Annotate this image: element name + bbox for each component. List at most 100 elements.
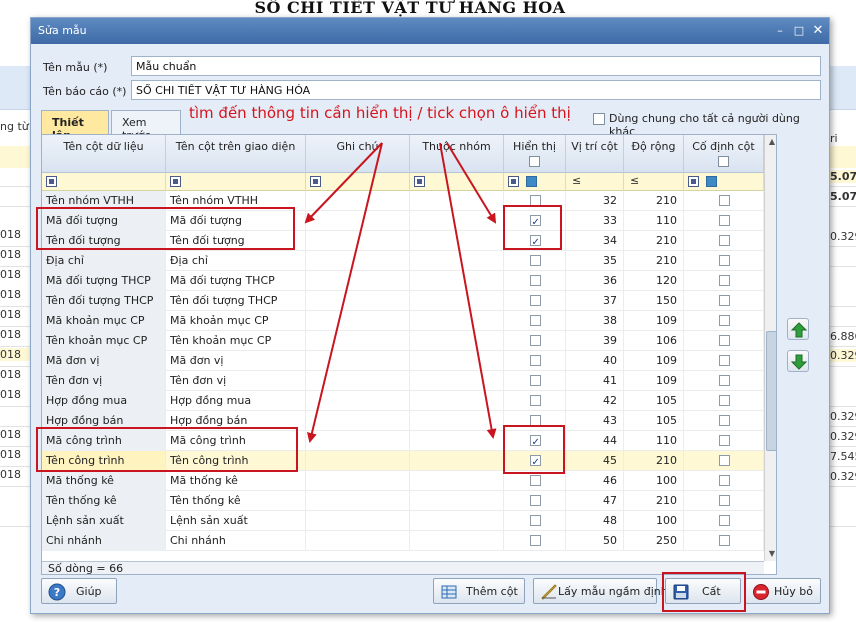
fixed-checkbox[interactable]	[718, 495, 730, 506]
cell-empty[interactable]	[410, 311, 504, 331]
cell-visible[interactable]	[504, 311, 566, 331]
filter-value-icon[interactable]	[706, 176, 717, 187]
fixed-checkbox[interactable]	[718, 275, 730, 286]
filter-cell[interactable]	[504, 173, 566, 191]
filter-operator-icon[interactable]	[170, 176, 181, 187]
cell-empty[interactable]	[306, 211, 410, 231]
cell-fixed[interactable]	[684, 331, 764, 351]
cell-pos[interactable]: 47	[566, 491, 624, 511]
fixed-checkbox[interactable]	[718, 515, 730, 526]
fixed-checkbox[interactable]	[718, 355, 730, 366]
cell-width[interactable]: 210	[624, 491, 684, 511]
cell-fixed[interactable]	[684, 471, 764, 491]
cell-empty[interactable]	[410, 471, 504, 491]
cell-visible[interactable]	[504, 431, 566, 451]
cell-empty[interactable]	[306, 351, 410, 371]
table-row[interactable]: Hợp đồng mua Hợp đồng mua 42 105	[42, 391, 764, 411]
cell-pos[interactable]: 41	[566, 371, 624, 391]
cell-visible[interactable]	[504, 411, 566, 431]
cell-fixed[interactable]	[684, 211, 764, 231]
cell-empty[interactable]	[410, 251, 504, 271]
fixed-checkbox[interactable]	[718, 315, 730, 326]
cell-empty[interactable]	[306, 391, 410, 411]
visible-checkbox[interactable]	[529, 295, 541, 306]
cell-ui-name[interactable]: Lệnh sản xuất	[166, 511, 306, 531]
cell-empty[interactable]	[306, 311, 410, 331]
cell-empty[interactable]	[410, 331, 504, 351]
move-up-button[interactable]	[787, 318, 809, 340]
cell-pos[interactable]: 38	[566, 311, 624, 331]
cell-empty[interactable]	[410, 291, 504, 311]
table-row[interactable]: Chi nhánh Chi nhánh 50 250	[42, 531, 764, 551]
cell-fixed[interactable]	[684, 311, 764, 331]
save-button[interactable]: Cất	[665, 578, 741, 604]
cell-data-name[interactable]: Tên thống kê	[42, 491, 166, 511]
cell-pos[interactable]: 43	[566, 411, 624, 431]
cell-width[interactable]: 100	[624, 471, 684, 491]
visible-checkbox[interactable]	[529, 335, 541, 346]
header-ui-column[interactable]: Tên cột trên giao diện	[166, 135, 306, 173]
filter-value-icon[interactable]	[526, 176, 537, 187]
cell-empty[interactable]	[306, 511, 410, 531]
visible-checkbox[interactable]	[529, 433, 541, 451]
cell-empty[interactable]	[306, 411, 410, 431]
visible-checkbox[interactable]	[529, 515, 541, 526]
cell-width[interactable]: 250	[624, 531, 684, 551]
fixed-checkbox[interactable]	[718, 395, 730, 406]
grid-scrollbar[interactable]: ▲ ▼	[764, 135, 776, 561]
table-row[interactable]: Mã đối tượngMã đối tượng 33110	[42, 211, 764, 231]
cell-data-name[interactable]: Mã khoản mục CP	[42, 311, 166, 331]
cell-visible[interactable]	[504, 391, 566, 411]
cell-ui-name[interactable]: Mã đối tượng	[166, 211, 306, 231]
visible-checkbox[interactable]	[529, 475, 541, 486]
visible-checkbox[interactable]	[529, 375, 541, 386]
cell-data-name[interactable]: Địa chỉ	[42, 251, 166, 271]
scroll-thumb[interactable]	[766, 331, 776, 451]
cell-pos[interactable]: 45	[566, 451, 624, 471]
select-all-visible-checkbox[interactable]	[529, 156, 540, 167]
filter-cell[interactable]: ≤	[624, 173, 684, 191]
fixed-checkbox[interactable]	[718, 195, 730, 206]
cell-visible[interactable]	[504, 351, 566, 371]
cell-ui-name[interactable]: Mã đơn vị	[166, 351, 306, 371]
visible-checkbox[interactable]	[529, 315, 541, 326]
cell-ui-name[interactable]: Mã thống kê	[166, 471, 306, 491]
cell-width[interactable]: 150	[624, 291, 684, 311]
cell-empty[interactable]	[306, 531, 410, 551]
table-row[interactable]: Tên thống kê Tên thống kê 47 210	[42, 491, 764, 511]
cell-empty[interactable]	[410, 351, 504, 371]
cell-data-name[interactable]: Mã đối tượng	[42, 211, 166, 231]
cell-width[interactable]: 105	[624, 391, 684, 411]
cell-ui-name[interactable]: Tên đơn vị	[166, 371, 306, 391]
cell-pos[interactable]: 48	[566, 511, 624, 531]
cell-empty[interactable]	[410, 531, 504, 551]
cell-fixed[interactable]	[684, 411, 764, 431]
table-row[interactable]: Lệnh sản xuất Lệnh sản xuất 48 100	[42, 511, 764, 531]
cell-pos[interactable]: 32	[566, 191, 624, 211]
cell-data-name[interactable]: Mã thống kê	[42, 471, 166, 491]
cell-pos[interactable]: 34	[566, 231, 624, 251]
cell-empty[interactable]	[306, 431, 410, 451]
cell-ui-name[interactable]: Chi nhánh	[166, 531, 306, 551]
filter-operator-icon[interactable]	[688, 176, 699, 187]
table-row[interactable]: Tên đối tượngTên đối tượng 34210	[42, 231, 764, 251]
filter-cell[interactable]: ≤	[566, 173, 624, 191]
header-visible[interactable]: Hiển thị	[504, 135, 566, 173]
cell-empty[interactable]	[410, 231, 504, 251]
table-row[interactable]: Tên đơn vị Tên đơn vị 41 109	[42, 371, 764, 391]
fixed-checkbox[interactable]	[718, 235, 730, 246]
cell-fixed[interactable]	[684, 391, 764, 411]
fixed-checkbox[interactable]	[718, 535, 730, 546]
cell-ui-name[interactable]: Hợp đồng bán	[166, 411, 306, 431]
cell-data-name[interactable]: Tên đối tượng THCP	[42, 291, 166, 311]
fixed-checkbox[interactable]	[718, 435, 730, 446]
cell-width[interactable]: 120	[624, 271, 684, 291]
cell-data-name[interactable]: Tên nhóm VTHH	[42, 191, 166, 211]
visible-checkbox[interactable]	[529, 495, 541, 506]
maximize-button[interactable]: □	[791, 23, 807, 39]
cell-visible[interactable]	[504, 271, 566, 291]
cell-data-name[interactable]: Hợp đồng bán	[42, 411, 166, 431]
header-position[interactable]: Vị trí cột	[566, 135, 624, 173]
filter-operator-icon[interactable]	[46, 176, 57, 187]
table-row[interactable]: Mã khoản mục CP Mã khoản mục CP 38 109	[42, 311, 764, 331]
